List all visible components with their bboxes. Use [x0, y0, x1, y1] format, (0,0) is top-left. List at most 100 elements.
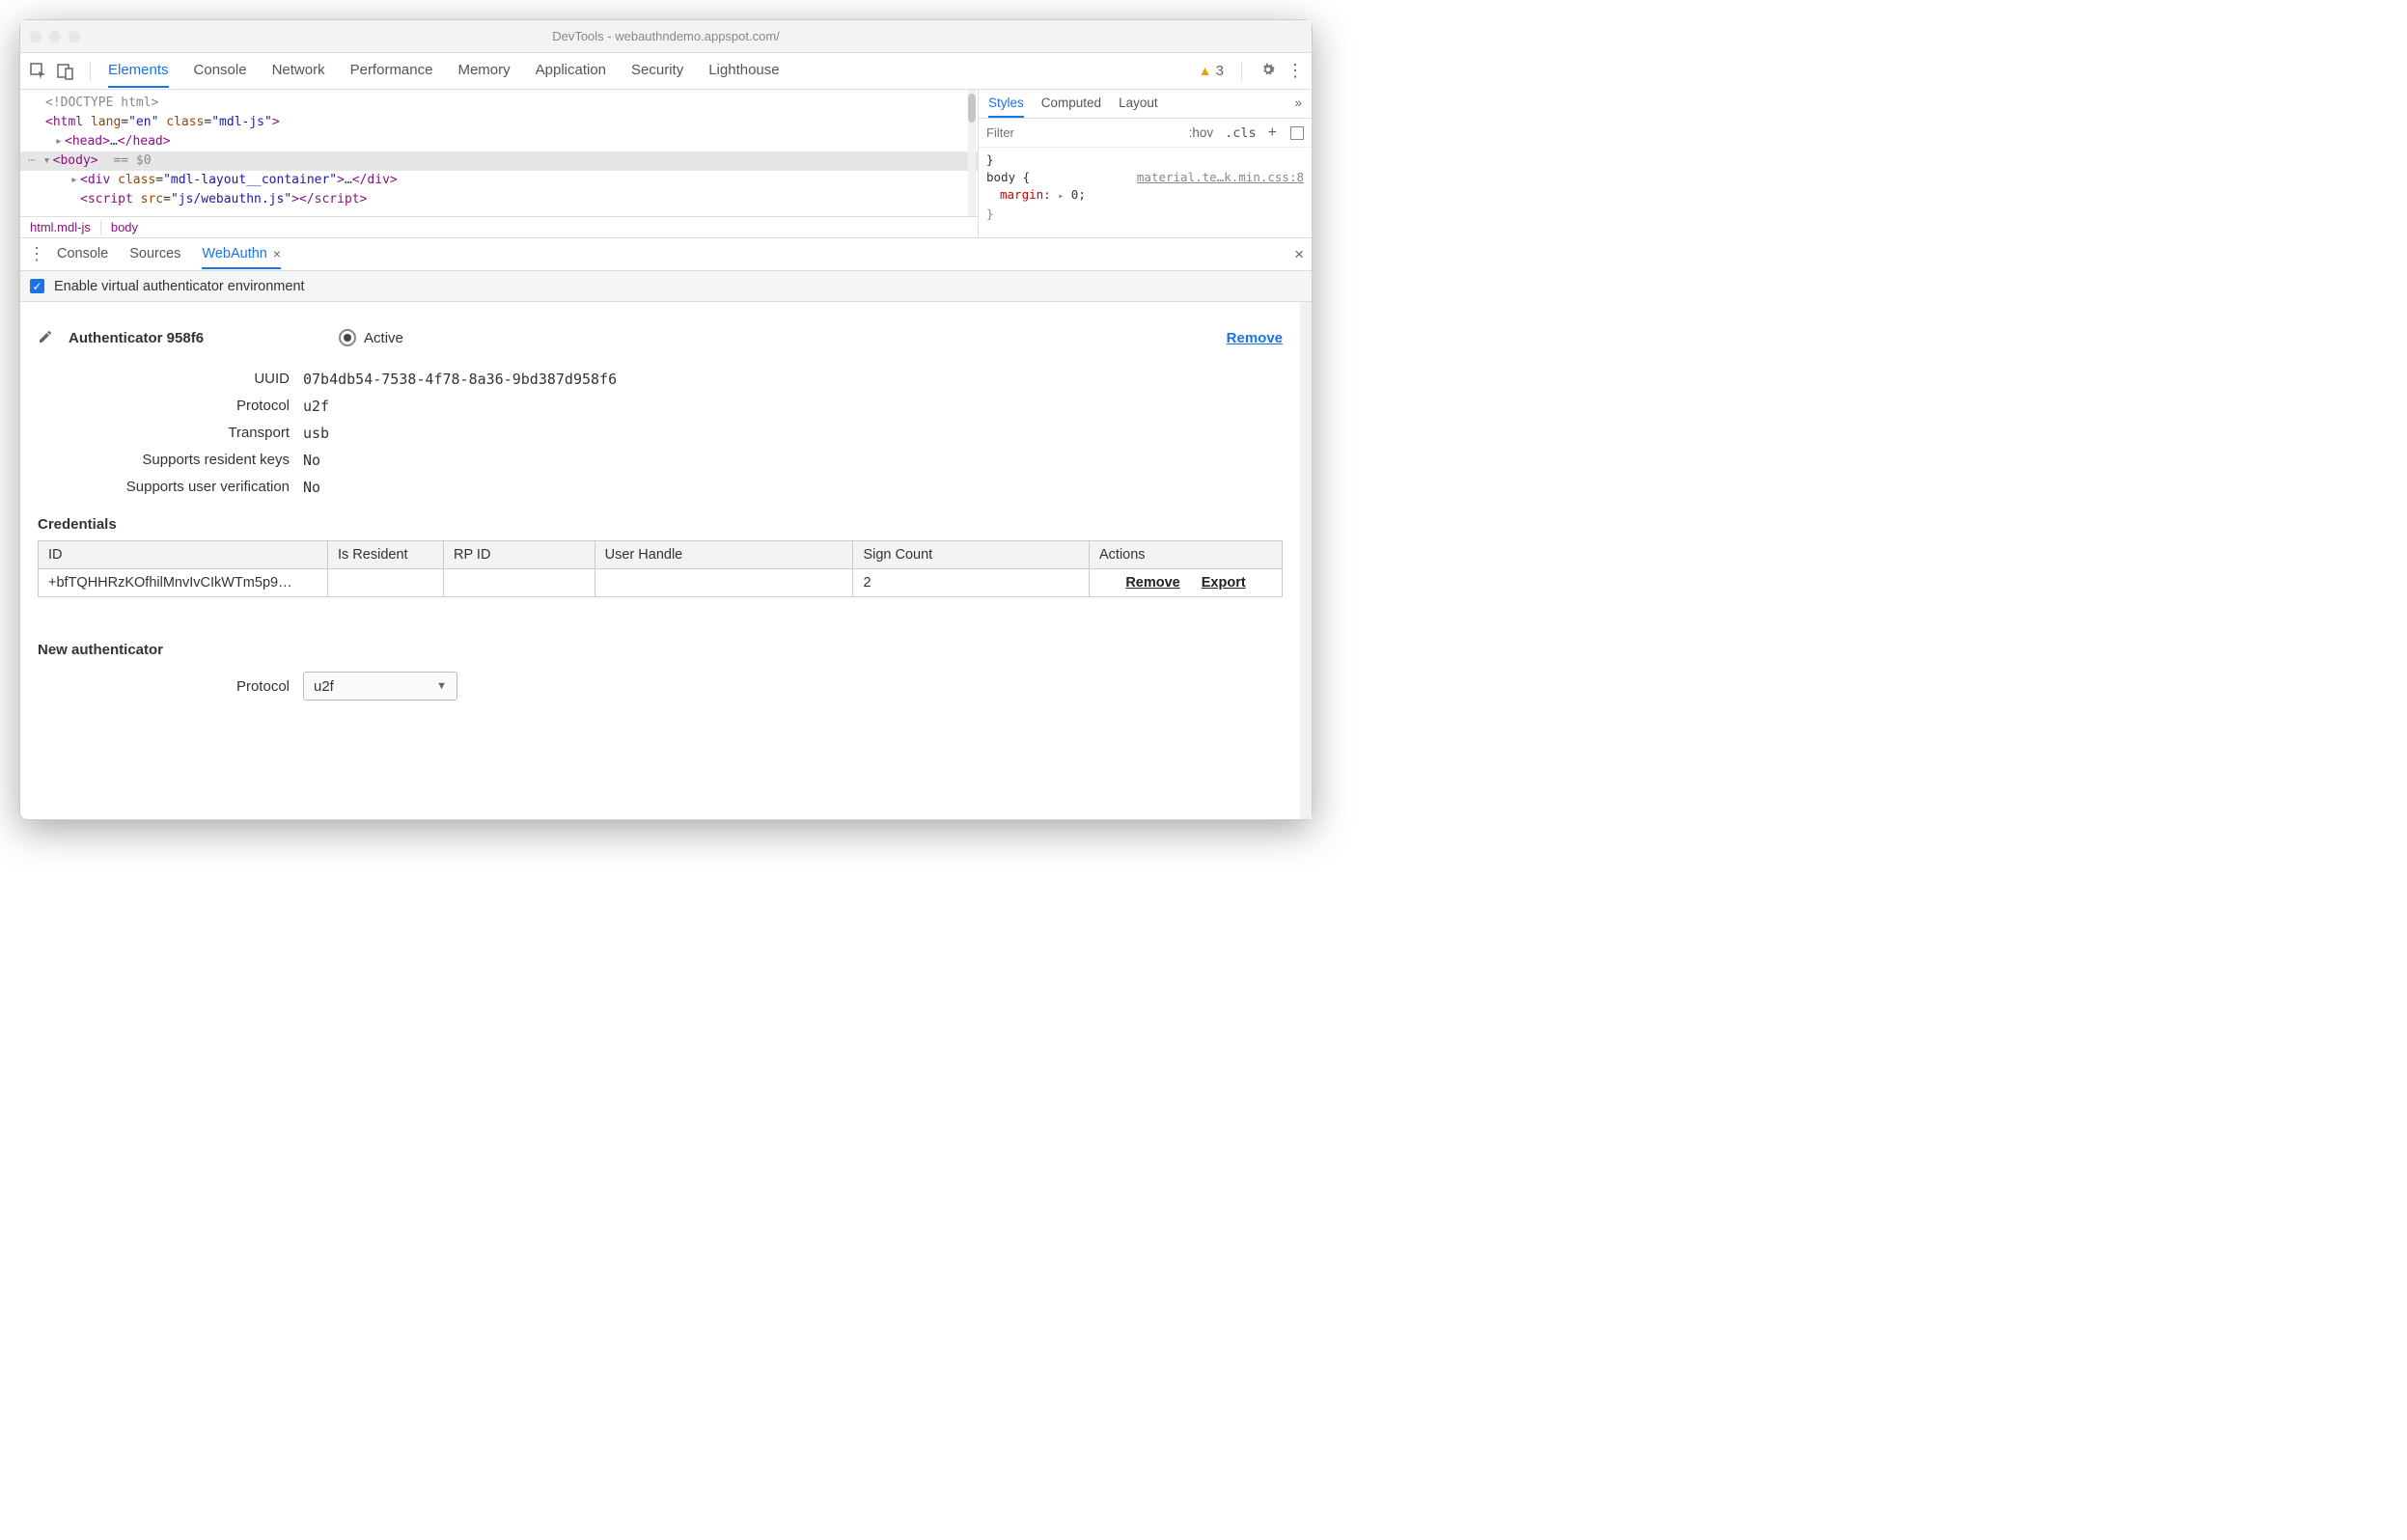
tab-security[interactable]: Security: [631, 54, 683, 88]
styles-more-icon[interactable]: »: [1294, 96, 1302, 118]
cred-id: +bfTQHHRzKOfhilMnvIvCIkWTm5p9…: [39, 569, 328, 597]
toggle-hov[interactable]: :hov: [1183, 125, 1220, 140]
css-property[interactable]: margin: [1000, 187, 1043, 202]
cred-user-handle: [595, 569, 853, 597]
col-user-handle[interactable]: User Handle: [595, 541, 853, 569]
more-menu-icon[interactable]: ⋮: [1286, 61, 1304, 81]
new-protocol-value: u2f: [314, 678, 334, 695]
cred-is-resident: [328, 569, 444, 597]
window-titlebar: DevTools - webauthndemo.appspot.com/: [20, 20, 1312, 53]
css-source-link[interactable]: material.te…k.min.css:8: [1137, 169, 1304, 186]
drawer-more-icon[interactable]: ⋮: [28, 244, 45, 264]
dom-breadcrumb: html.mdl-js body: [20, 216, 978, 237]
dom-head[interactable]: <head>…</head>: [65, 134, 171, 149]
tab-elements[interactable]: Elements: [108, 54, 169, 88]
breadcrumb-html[interactable]: html.mdl-js: [20, 220, 100, 234]
edit-pencil-icon[interactable]: [38, 329, 55, 346]
scrollbar-thumb[interactable]: [968, 94, 976, 123]
cred-remove-link[interactable]: Remove: [1125, 575, 1179, 591]
separator: [90, 62, 91, 81]
styles-pane: Styles Computed Layout » :hov .cls + } b…: [979, 90, 1312, 237]
new-authenticator-form: Protocol u2f ▼: [38, 672, 1283, 701]
styles-tab-computed[interactable]: Computed: [1041, 96, 1101, 118]
protocol-value: u2f: [303, 398, 329, 415]
settings-gear-icon[interactable]: [1259, 61, 1277, 82]
col-is-resident[interactable]: Is Resident: [328, 541, 444, 569]
expand-triangle-icon[interactable]: ▸: [1058, 191, 1064, 202]
styles-tabs: Styles Computed Layout »: [979, 90, 1312, 119]
expand-triangle-icon[interactable]: ▸: [55, 132, 65, 151]
dom-body-selected[interactable]: ⋯ ▾<body> == $0: [20, 151, 978, 171]
warnings-badge[interactable]: ▲ 3: [1199, 63, 1224, 79]
styles-tab-layout[interactable]: Layout: [1119, 96, 1158, 118]
new-authenticator-heading: New authenticator: [38, 642, 1283, 658]
close-tab-icon[interactable]: ×: [273, 246, 281, 261]
cred-actions: Remove Export: [1090, 569, 1283, 597]
css-selector[interactable]: body {: [986, 170, 1030, 184]
drawer-tab-webauthn-label: WebAuthn: [202, 246, 266, 261]
drawer-tab-webauthn[interactable]: WebAuthn ×: [202, 240, 281, 269]
col-id[interactable]: ID: [39, 541, 328, 569]
credential-row: +bfTQHHRzKOfhilMnvIvCIkWTm5p9… 2 Remove …: [39, 569, 1283, 597]
collapse-triangle-icon[interactable]: ▾: [43, 151, 53, 171]
css-close-brace: }: [986, 152, 994, 167]
active-radio[interactable]: [339, 329, 356, 346]
tab-performance[interactable]: Performance: [350, 54, 433, 88]
enable-virtual-authn-checkbox[interactable]: ✓: [30, 279, 44, 293]
cred-sign-count: 2: [853, 569, 1090, 597]
active-radio-label: Active: [364, 330, 403, 346]
authenticator-properties: UUID07b4db54-7538-4f78-8a36-9bd387d958f6…: [38, 366, 1283, 501]
col-rp-id[interactable]: RP ID: [444, 541, 595, 569]
protocol-label: Protocol: [38, 398, 303, 415]
transport-value: usb: [303, 425, 329, 442]
cred-export-link[interactable]: Export: [1202, 575, 1246, 591]
col-sign-count[interactable]: Sign Count: [853, 541, 1090, 569]
styles-filter-row: :hov .cls +: [979, 119, 1312, 148]
new-authenticator-section: New authenticator Protocol u2f ▼: [38, 642, 1283, 701]
cred-rp-id: [444, 569, 595, 597]
new-style-rule-icon[interactable]: +: [1262, 124, 1283, 142]
separator: [1241, 62, 1242, 81]
new-protocol-label: Protocol: [38, 678, 303, 695]
uuid-label: UUID: [38, 371, 303, 388]
css-value[interactable]: 0: [1071, 187, 1079, 202]
tab-application[interactable]: Application: [536, 54, 606, 88]
breadcrumb-body[interactable]: body: [101, 220, 148, 234]
inspect-element-icon[interactable]: [28, 61, 49, 82]
col-actions[interactable]: Actions: [1090, 541, 1283, 569]
drawer-tab-console[interactable]: Console: [57, 240, 108, 269]
drawer-close-icon[interactable]: ×: [1294, 245, 1304, 264]
dom-div[interactable]: <div class="mdl-layout__container">…</di…: [80, 173, 398, 187]
credentials-header-row: ID Is Resident RP ID User Handle Sign Co…: [39, 541, 1283, 569]
styles-filter-input[interactable]: [979, 125, 1094, 140]
tab-lighthouse[interactable]: Lighthouse: [708, 54, 779, 88]
expand-triangle-icon[interactable]: ▸: [70, 171, 80, 190]
dom-html[interactable]: <html lang="en" class="mdl-js">: [45, 115, 280, 129]
webauthn-panel: Authenticator 958f6 Active Remove UUID07…: [20, 302, 1312, 819]
toolbar-right: ▲ 3 ⋮: [1199, 61, 1304, 82]
styles-tab-styles[interactable]: Styles: [988, 96, 1024, 118]
remove-authenticator-link[interactable]: Remove: [1227, 330, 1283, 346]
dom-script[interactable]: <script src="js/webauthn.js"></script>: [80, 192, 367, 206]
enable-virtual-authn-label: Enable virtual authenticator environment: [54, 279, 305, 294]
tab-memory[interactable]: Memory: [457, 54, 510, 88]
uuid-value: 07b4db54-7538-4f78-8a36-9bd387d958f6: [303, 371, 617, 388]
toggle-cls[interactable]: .cls: [1219, 125, 1262, 141]
tab-console[interactable]: Console: [194, 54, 247, 88]
tab-network[interactable]: Network: [272, 54, 325, 88]
transport-label: Transport: [38, 425, 303, 442]
active-radio-group: Active: [339, 329, 403, 346]
credentials-table: ID Is Resident RP ID User Handle Sign Co…: [38, 540, 1283, 597]
authenticator-header: Authenticator 958f6 Active Remove: [38, 329, 1283, 346]
user-verification-value: No: [303, 479, 320, 496]
device-toggle-icon[interactable]: [55, 61, 76, 82]
dom-tree[interactable]: <!DOCTYPE html> <html lang="en" class="m…: [20, 90, 979, 237]
new-protocol-select[interactable]: u2f ▼: [303, 672, 457, 701]
window-title: DevTools - webauthndemo.appspot.com/: [20, 29, 1312, 43]
drawer-tab-sources[interactable]: Sources: [129, 240, 180, 269]
chevron-down-icon: ▼: [436, 680, 447, 692]
resident-keys-label: Supports resident keys: [38, 452, 303, 469]
css-rule[interactable]: } body { material.te…k.min.css:8 margin:…: [979, 148, 1312, 227]
dom-doctype[interactable]: <!DOCTYPE html>: [45, 96, 158, 110]
toggle-panel-icon[interactable]: [1290, 126, 1304, 140]
